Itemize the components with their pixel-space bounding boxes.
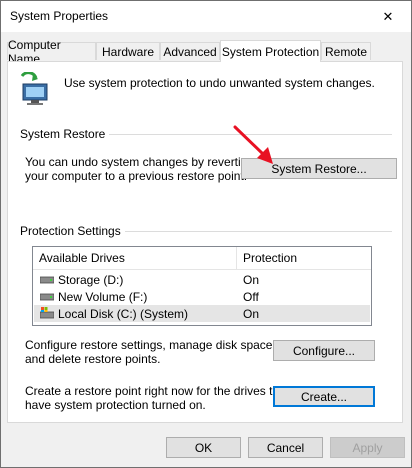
system-restore-group-label: System Restore: [20, 127, 110, 141]
table-row[interactable]: Local Disk (C:) (System) On: [34, 305, 370, 322]
tab-system-protection[interactable]: System Protection: [220, 40, 321, 62]
table-row[interactable]: Storage (D:) On: [34, 271, 370, 288]
drive-name: Storage (D:): [58, 273, 124, 287]
tab-strip: Computer Name Hardware Advanced System P…: [7, 38, 403, 66]
close-icon: ✕: [382, 8, 394, 24]
close-button[interactable]: ✕: [365, 1, 411, 32]
table-row[interactable]: New Volume (F:) Off: [34, 288, 370, 305]
apply-button[interactable]: Apply: [330, 437, 405, 458]
system-protection-icon: [20, 72, 48, 105]
dialog-footer: OK Cancel Apply: [1, 423, 411, 467]
system-properties-window: System Properties ✕ Computer Name Hardwa…: [0, 0, 412, 468]
tab-computer-name[interactable]: Computer Name: [7, 38, 96, 66]
column-header-available-drives[interactable]: Available Drives: [39, 251, 125, 265]
column-separator[interactable]: [236, 247, 237, 269]
system-restore-description: You can undo system changes by reverting…: [25, 155, 255, 183]
configure-description: Configure restore settings, manage disk …: [25, 338, 276, 366]
intro-text: Use system protection to undo unwanted s…: [64, 76, 375, 90]
annotation-arrow-icon: [233, 125, 273, 164]
drive-name: Local Disk (C:) (System): [58, 307, 189, 321]
drive-protection: On: [243, 307, 260, 321]
create-button[interactable]: Create...: [273, 386, 375, 407]
configure-button[interactable]: Configure...: [273, 340, 375, 361]
hard-drive-icon: [40, 276, 54, 284]
column-header-protection[interactable]: Protection: [243, 251, 297, 265]
tab-advanced[interactable]: Advanced: [160, 42, 220, 60]
system-drive-icon: [40, 307, 54, 319]
drive-name: New Volume (F:): [58, 290, 148, 304]
cancel-button[interactable]: Cancel: [248, 437, 323, 458]
tab-remote[interactable]: Remote: [321, 42, 371, 60]
drive-protection: Off: [243, 290, 259, 304]
system-protection-panel: Use system protection to undo unwanted s…: [7, 61, 403, 423]
window-title: System Properties: [10, 9, 109, 23]
title-bar: System Properties ✕: [1, 1, 411, 32]
ok-button[interactable]: OK: [166, 437, 241, 458]
hard-drive-icon: [40, 293, 54, 301]
drive-protection: On: [243, 273, 260, 287]
drives-list[interactable]: Available Drives Protection Storage (D:)…: [32, 246, 372, 326]
drives-list-header: Available Drives Protection: [33, 247, 371, 270]
create-description: Create a restore point right now for the…: [25, 384, 290, 412]
tab-hardware[interactable]: Hardware: [96, 42, 160, 60]
protection-settings-group-label: Protection Settings: [20, 224, 125, 238]
